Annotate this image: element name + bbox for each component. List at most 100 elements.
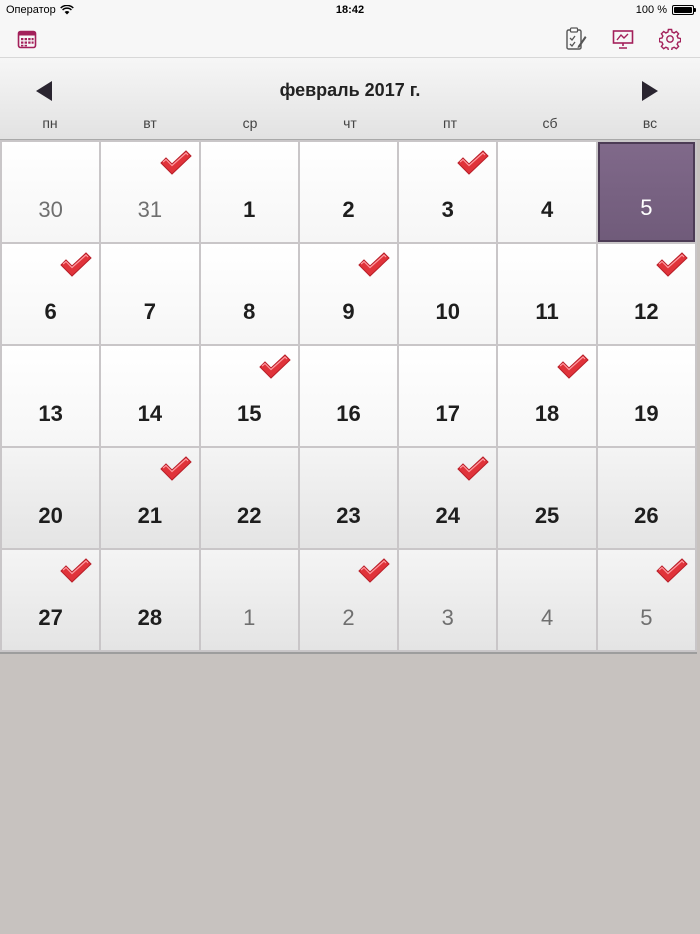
day-number: 5 [640, 195, 653, 220]
battery-label: 100 % [635, 4, 667, 16]
next-month-button[interactable] [632, 74, 668, 108]
day-cell[interactable]: 27 [2, 550, 100, 650]
calendar-header: февраль 2017 г. пн вт ср чт пт сб вс [0, 58, 700, 140]
weekday-label: чт [343, 115, 357, 131]
day-cell[interactable]: 2 [299, 550, 398, 650]
day-number: 2 [342, 605, 355, 630]
day-number: 5 [640, 605, 653, 630]
day-number: 15 [236, 401, 262, 426]
day-number: 21 [137, 503, 163, 528]
day-number: 3 [441, 605, 454, 630]
day-number: 4 [540, 197, 554, 222]
day-cell[interactable]: 16 [299, 346, 398, 446]
day-cell[interactable]: 17 [399, 346, 497, 446]
day-number: 6 [44, 299, 57, 324]
presentation-button[interactable] [610, 26, 636, 52]
empty-content-area [0, 656, 700, 934]
calendar-grid: 30 31 1 2 3 4 5 6 7 8 9 10 11 12 13 14 15 16 17 18 19 20 21 22 2… [0, 140, 697, 654]
day-number: 26 [634, 503, 659, 528]
checkmark-icon [656, 558, 688, 583]
day-number: 20 [38, 503, 63, 528]
day-cell[interactable]: 4 [498, 550, 596, 650]
checkmark-icon [457, 456, 490, 481]
day-cell-selected[interactable]: 5 [597, 142, 695, 242]
checkmark-icon [656, 252, 688, 277]
day-number: 19 [634, 401, 659, 426]
day-cell[interactable]: 11 [498, 244, 596, 344]
checkmark-icon [159, 150, 192, 175]
day-cell[interactable]: 13 [2, 346, 100, 446]
day-cell[interactable]: 2 [299, 142, 398, 242]
weekday-label: вс [642, 115, 658, 131]
toolbar [0, 20, 700, 58]
calendar-button[interactable] [14, 26, 40, 52]
checkmark-icon [358, 558, 390, 583]
battery-icon [672, 5, 696, 15]
gear-icon [659, 28, 681, 50]
settings-button[interactable] [657, 26, 683, 52]
day-cell[interactable]: 12 [597, 244, 695, 344]
status-bar: Оператор 18:42 100 % [0, 0, 700, 20]
day-number: 18 [534, 401, 560, 426]
day-cell[interactable]: 5 [597, 550, 695, 650]
day-number: 27 [38, 605, 63, 630]
day-cell[interactable]: 1 [200, 142, 298, 242]
notes-button[interactable] [563, 26, 589, 52]
day-number: 13 [38, 401, 63, 426]
weekday-label: пт [443, 115, 457, 131]
day-number: 23 [336, 503, 361, 528]
day-number: 8 [243, 299, 256, 324]
clock: 18:42 [335, 4, 365, 16]
day-number: 10 [435, 299, 461, 324]
day-cell[interactable]: 10 [399, 244, 497, 344]
month-title: февраль 2017 г. [279, 80, 421, 100]
day-number: 16 [336, 401, 361, 426]
presentation-icon [612, 30, 634, 49]
day-number: 12 [634, 299, 659, 324]
day-number: 1 [243, 605, 256, 630]
day-cell[interactable]: 14 [101, 346, 199, 446]
checkmark-icon [60, 558, 92, 583]
day-cell[interactable]: 18 [498, 346, 596, 446]
day-cell[interactable]: 8 [200, 244, 298, 344]
checkmark-icon [259, 354, 291, 379]
day-cell[interactable]: 9 [299, 244, 398, 344]
day-cell[interactable]: 30 [2, 142, 100, 242]
weekday-label: сб [542, 115, 558, 131]
day-number: 24 [435, 503, 461, 528]
checkmark-icon [457, 150, 490, 175]
day-number: 28 [137, 605, 163, 630]
day-cell[interactable]: 19 [597, 346, 695, 446]
day-cell[interactable]: 25 [498, 448, 596, 548]
day-cell[interactable]: 21 [101, 448, 199, 548]
day-number: 4 [540, 605, 554, 630]
weekday-label: вт [143, 115, 157, 131]
day-cell[interactable]: 24 [399, 448, 497, 548]
day-cell[interactable]: 26 [597, 448, 695, 548]
day-cell[interactable]: 1 [200, 550, 298, 650]
day-number: 31 [137, 197, 163, 222]
day-cell[interactable]: 31 [101, 142, 199, 242]
day-number: 9 [342, 299, 355, 324]
triangle-right-icon [642, 81, 658, 101]
day-cell[interactable]: 3 [399, 142, 497, 242]
day-cell[interactable]: 6 [2, 244, 100, 344]
checkmark-icon [159, 456, 192, 481]
day-cell[interactable]: 15 [200, 346, 298, 446]
day-cell[interactable]: 7 [101, 244, 199, 344]
day-number: 3 [441, 197, 454, 222]
day-cell[interactable]: 3 [399, 550, 497, 650]
day-number: 14 [137, 401, 163, 426]
day-cell[interactable]: 4 [498, 142, 596, 242]
day-number: 1 [243, 197, 256, 222]
clipboard-edit-icon [566, 27, 587, 50]
day-cell[interactable]: 23 [299, 448, 398, 548]
checkmark-icon [556, 354, 589, 379]
day-number: 30 [38, 197, 63, 222]
day-number: 2 [342, 197, 355, 222]
day-cell[interactable]: 22 [200, 448, 298, 548]
day-cell[interactable]: 28 [101, 550, 199, 650]
weekday-row: пн вт ср чт пт сб вс [0, 115, 700, 131]
calendar-icon [17, 30, 37, 49]
day-cell[interactable]: 20 [2, 448, 100, 548]
